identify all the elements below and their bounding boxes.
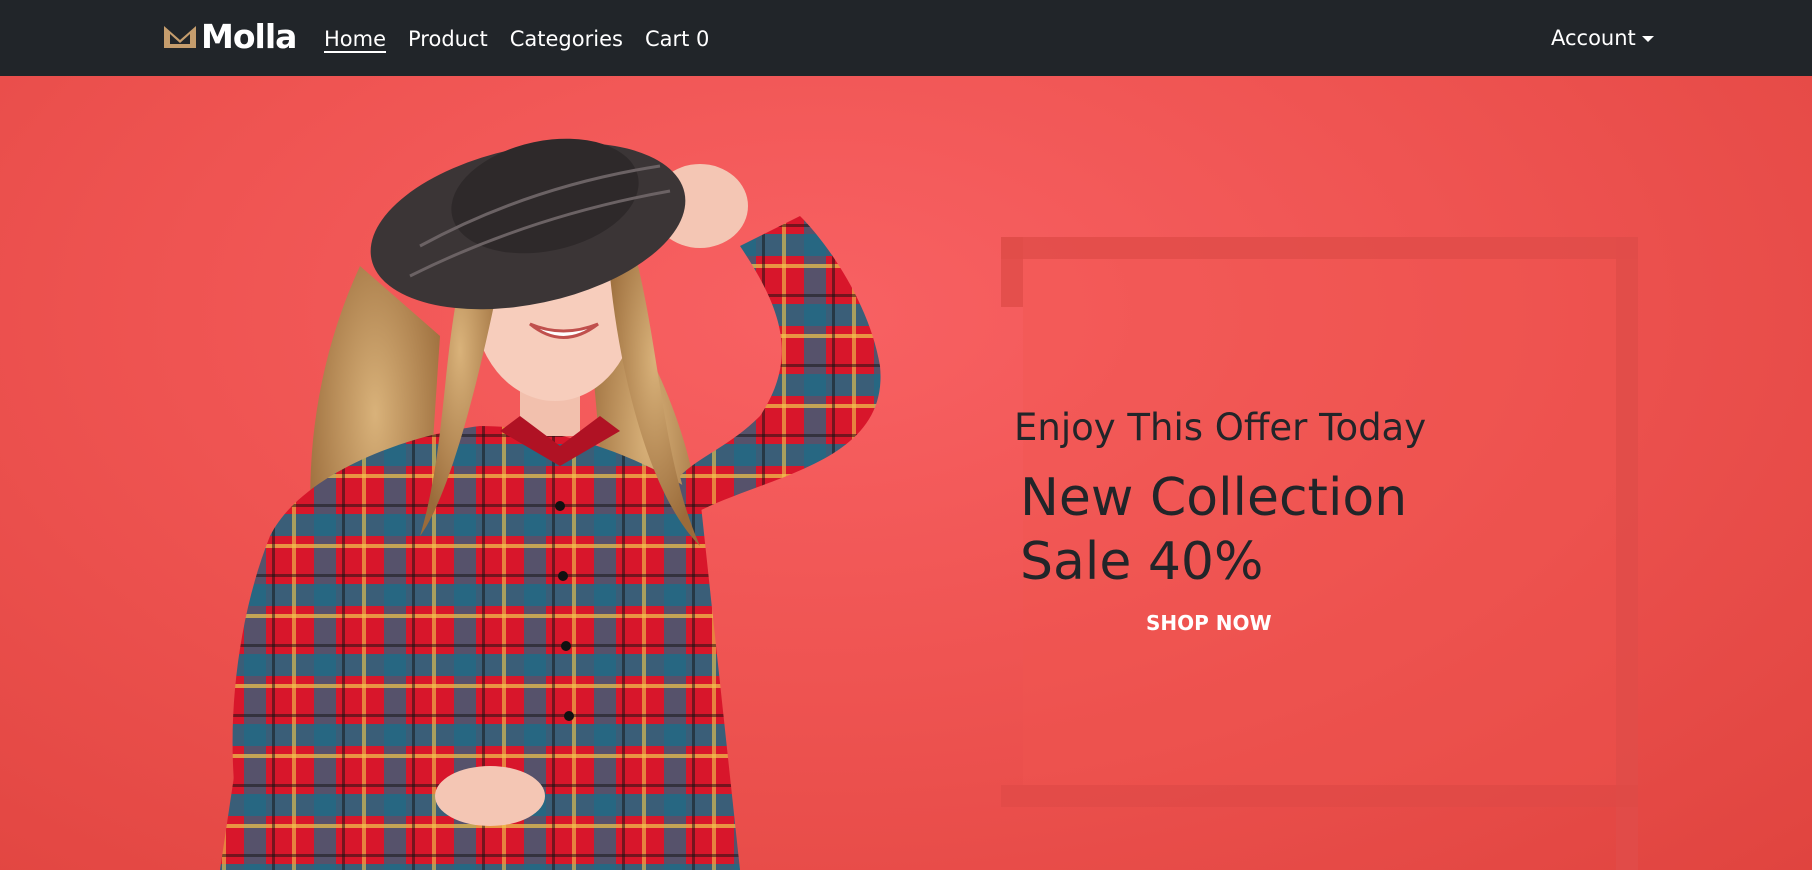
shop-now-button[interactable]: SHOP NOW: [1146, 611, 1272, 635]
top-navbar: Molla Home Product Categories Cart 0 Acc…: [0, 0, 1812, 76]
offer-frame-bottom: [1001, 785, 1638, 807]
account-caret-icon: [1641, 36, 1654, 42]
nav-link-home[interactable]: Home: [324, 22, 386, 56]
hero-subtitle: Enjoy This Offer Today: [1014, 406, 1427, 449]
brand-logo[interactable]: Molla: [163, 16, 297, 56]
account-dropdown[interactable]: Account: [1551, 22, 1654, 54]
hero-banner: Enjoy This Offer Today New Collection Sa…: [0, 76, 1812, 870]
account-label: Account: [1551, 26, 1636, 50]
offer-frame-top: [1001, 237, 1638, 259]
brand-name: Molla: [201, 16, 297, 56]
offer-frame-right: [1616, 237, 1638, 870]
nav-links: Home Product Categories Cart 0: [324, 22, 709, 56]
hero-title-line-2: Sale 40%: [1020, 532, 1264, 592]
molla-logo-icon: [164, 26, 196, 48]
nav-link-cart[interactable]: Cart 0: [645, 22, 709, 56]
nav-link-categories[interactable]: Categories: [510, 22, 623, 56]
nav-link-product[interactable]: Product: [408, 22, 488, 56]
hero-title: New Collection Sale 40%: [1020, 466, 1440, 594]
hero-title-line-1: New Collection: [1020, 468, 1408, 528]
offer-frame-left: [1001, 237, 1023, 307]
